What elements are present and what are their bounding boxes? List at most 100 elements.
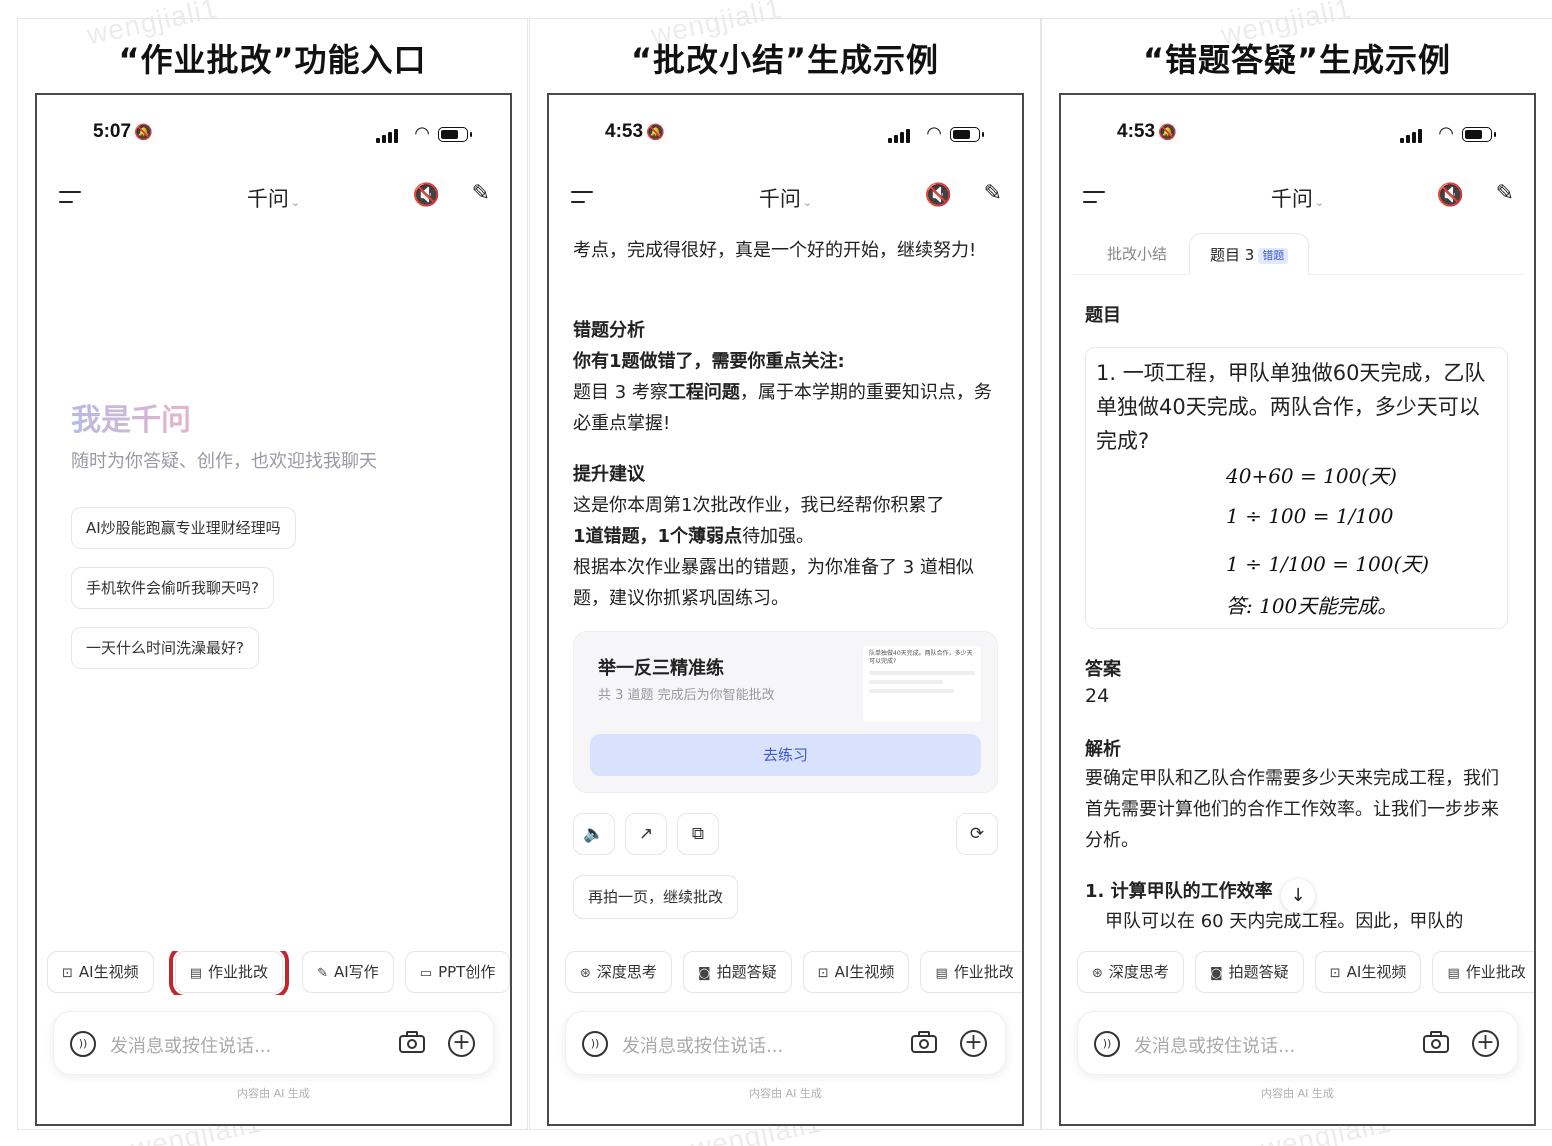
panel-mistake-qa: “错题答疑”生成示例 4:53 🔕 ◠ 千问 ⌄ 🔇 ✎ 批改小结 题目 3 错题 题…: [1041, 18, 1552, 1130]
battery-icon: [1462, 127, 1496, 142]
deep-think-icon: ⊛: [580, 966, 591, 981]
deep-think-icon: ⊛: [1092, 966, 1103, 981]
share-button[interactable]: ↗: [625, 813, 667, 855]
voice-icon[interactable]: )): [582, 1031, 608, 1057]
answer-value: 24: [1085, 685, 1110, 707]
chevron-down-icon: ⌄: [1314, 196, 1325, 209]
panel-title: “作业批改”功能入口: [118, 41, 427, 79]
speaker-mute-icon[interactable]: 🔇: [925, 183, 952, 208]
wrong-analysis-section: 错题分析 你有1题做错了，需要你重点关注: 题目 3 考察工程问题，属于本学期的…: [573, 315, 996, 439]
feature-chips: ⊛ 深度思考 ◙ 拍题答疑 ⊡ AI生视频 ▤ 作业批改: [565, 951, 1022, 995]
ai-footnote: 内容由 AI 生成: [237, 1087, 310, 1100]
copy-icon: ⧉: [691, 824, 705, 844]
thumbnail-text: 队单独做40天完成。两队合作，多少天可以完成?: [869, 650, 973, 665]
chip-ai-writing[interactable]: ✎ AI写作: [302, 951, 394, 993]
message-input-bar[interactable]: )) 发消息或按住说话... +: [565, 1011, 1006, 1075]
bell-muted-icon: 🔕: [134, 124, 153, 141]
chip-photo-qa[interactable]: ◙ 拍题答疑: [1195, 951, 1304, 993]
chip-ppt[interactable]: ▭ PPT创作: [404, 951, 510, 993]
chip-homework-grading[interactable]: ▤ 作业批改: [920, 951, 1022, 993]
status-time: 4:53 🔕: [605, 121, 665, 142]
status-bar: 4:53 🔕 ◠: [549, 121, 1022, 149]
message-input-bar[interactable]: )) 发消息或按住说话... +: [53, 1011, 494, 1075]
nav-bar: 千问 ⌄ 🔇 ✎: [1061, 181, 1534, 215]
continue-grading-button[interactable]: 再拍一页，继续批改: [573, 875, 739, 919]
hero-subtitle: 随时为你答疑、创作，也欢迎找我聊天: [71, 451, 377, 472]
pen-icon: ✎: [317, 966, 328, 981]
practice-card[interactable]: 举一反三精准练 共 3 道题 完成后为你智能批改 队单独做40天完成。两队合作，…: [573, 631, 998, 793]
handwritten-line: 1 ÷ 100 = 1/100: [1226, 504, 1394, 528]
copy-button[interactable]: ⧉: [677, 813, 719, 855]
tab-summary[interactable]: 批改小结: [1087, 233, 1187, 275]
speaker-mute-icon[interactable]: 🔇: [1437, 183, 1464, 208]
question-text: 1. 一项工程，甲队单独做60天完成，乙队单独做40天完成。两队合作，多少天可以…: [1096, 361, 1486, 453]
message-input[interactable]: 发消息或按住说话...: [110, 1032, 271, 1058]
chip-ai-video[interactable]: ⊡ AI生视频: [1314, 951, 1422, 993]
nav-bar: 千问 ⌄ 🔇 ✎: [37, 181, 510, 215]
suggestion-item[interactable]: 手机软件会偷听我聊天吗?: [71, 567, 274, 609]
status-bar: 5:07 🔕 ◠: [37, 121, 510, 149]
new-chat-icon[interactable]: ✎: [1496, 181, 1514, 206]
chip-ai-video[interactable]: ⊡ AI生视频: [802, 951, 910, 993]
analysis-heading: 解析: [1085, 739, 1121, 760]
analysis-text: 要确定甲队和乙队合作需要多少天来完成工程，我们首先需要计算他们的合作工作效率。让…: [1085, 768, 1499, 851]
camera-icon[interactable]: [1423, 1030, 1451, 1054]
feature-chips: ⊡ AI生视频 ▤ 作业批改 ✎ AI写作 ▭ PPT创作: [47, 951, 510, 995]
status-time: 4:53 🔕: [1117, 121, 1177, 142]
step-text: 甲队可以在 60 天内完成工程。因此，甲队的: [1105, 911, 1464, 932]
scroll-down-button[interactable]: ↓: [1281, 879, 1315, 913]
camera-icon: ◙: [698, 966, 711, 981]
wifi-icon: ◠: [1438, 123, 1454, 144]
camera-icon[interactable]: [399, 1030, 427, 1054]
wrong-body: 题目 3 考察工程问题，属于本学期的重要知识点，务必重点掌握!: [573, 382, 992, 434]
share-icon: ↗: [638, 824, 654, 844]
wrong-lead: 你有1题做错了，需要你重点关注:: [573, 351, 845, 372]
panel-summary: “批改小结”生成示例 4:53 🔕 ◠ 千问 ⌄ 🔇 ✎ 考点，完成得很好，真是一个…: [529, 18, 1041, 1130]
phone-screen: 4:53 🔕 ◠ 千问 ⌄ 🔇 ✎ 考点，完成得很好，真是一个好的开始，继续努力! …: [547, 93, 1024, 1126]
hero-title: 我是千问: [71, 395, 191, 439]
status-time: 5:07 🔕: [93, 121, 153, 142]
go-practice-button[interactable]: 去练习: [590, 734, 981, 776]
voice-icon[interactable]: )): [1094, 1031, 1120, 1057]
new-chat-icon[interactable]: ✎: [472, 181, 490, 206]
chip-homework-grading[interactable]: ▤ 作业批改: [1432, 951, 1534, 993]
panel-title: “批改小结”生成示例: [630, 41, 940, 79]
chip-deep-think[interactable]: ⊛ 深度思考: [1077, 951, 1184, 993]
advice-line: 这是你本周第1次批改作业，我已经帮你积累了: [573, 495, 945, 516]
read-aloud-button[interactable]: 🔈: [573, 813, 615, 855]
plus-icon[interactable]: +: [448, 1030, 475, 1057]
advice-line: 1道错题，1个薄弱点待加强。: [573, 526, 815, 547]
tab-question-3[interactable]: 题目 3 错题: [1189, 233, 1310, 275]
wifi-icon: ◠: [926, 123, 942, 144]
speaker-mute-icon[interactable]: 🔇: [413, 183, 440, 208]
message-input-bar[interactable]: )) 发消息或按住说话... +: [1077, 1011, 1518, 1075]
handwritten-line: 40+60 = 100(天): [1226, 464, 1397, 488]
video-icon: ⊡: [1329, 966, 1341, 981]
phone-screen: 4:53 🔕 ◠ 千问 ⌄ 🔇 ✎ 批改小结 题目 3 错题 题目 1. 一项工程，甲…: [1059, 93, 1536, 1126]
suggestion-item[interactable]: 一天什么时间洗澡最好?: [71, 627, 259, 669]
message-input[interactable]: 发消息或按住说话...: [1134, 1032, 1295, 1058]
signal-icon: [888, 127, 912, 143]
camera-icon[interactable]: [911, 1030, 939, 1054]
regenerate-button[interactable]: ⟳: [956, 813, 998, 855]
chip-ai-video[interactable]: ⊡ AI生视频: [47, 951, 154, 993]
voice-icon[interactable]: )): [70, 1031, 96, 1057]
step-heading: 1. 计算甲队的工作效率: [1085, 881, 1273, 902]
document-icon: ▤: [1447, 966, 1460, 981]
suggestion-item[interactable]: AI炒股能跑赢专业理财经理吗: [71, 507, 296, 549]
chip-homework-grading[interactable]: ▤ 作业批改: [168, 951, 290, 995]
message-input[interactable]: 发消息或按住说话...: [622, 1032, 783, 1058]
new-chat-icon[interactable]: ✎: [984, 181, 1002, 206]
chip-photo-qa[interactable]: ◙ 拍题答疑: [683, 951, 792, 993]
plus-icon[interactable]: +: [960, 1030, 987, 1057]
presentation-icon: ▭: [419, 966, 433, 981]
ai-footnote: 内容由 AI 生成: [1261, 1087, 1334, 1100]
document-icon: ▤: [189, 966, 202, 981]
section-heading: 错题分析: [573, 320, 645, 341]
signal-icon: [376, 127, 400, 143]
ai-footnote: 内容由 AI 生成: [749, 1087, 822, 1100]
nav-bar: 千问 ⌄ 🔇 ✎: [549, 181, 1022, 215]
advice-line: 根据本次作业暴露出的错题，为你准备了 3 道相似题，建议你抓紧巩固练习。: [573, 557, 974, 609]
chip-deep-think[interactable]: ⊛ 深度思考: [565, 951, 672, 993]
plus-icon[interactable]: +: [1472, 1030, 1499, 1057]
